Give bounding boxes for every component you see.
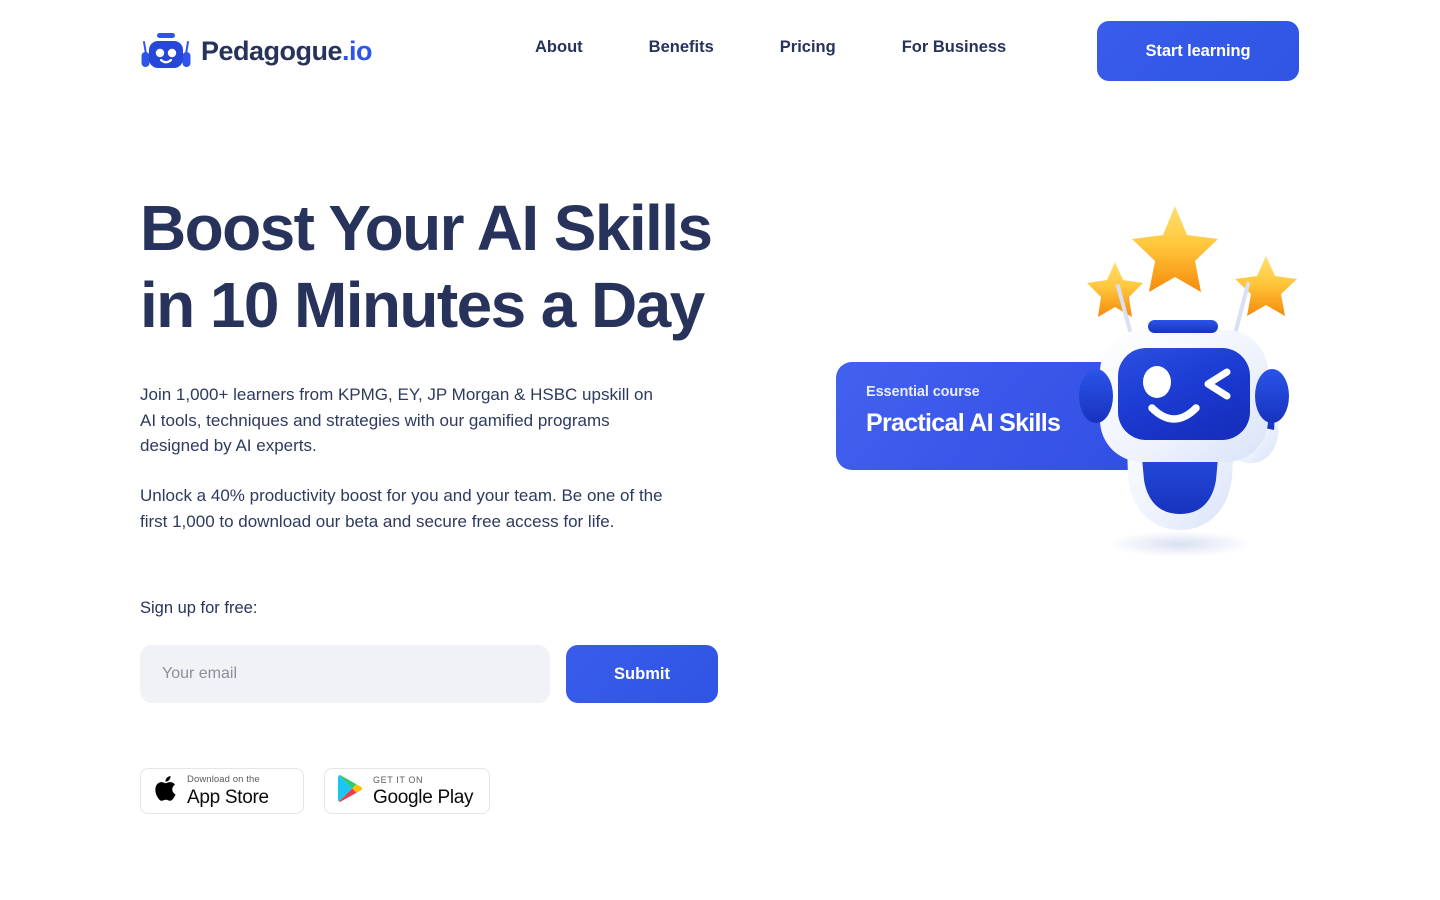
hero-content: Boost Your AI Skills in 10 Minutes a Day… [140, 190, 760, 814]
email-input[interactable] [140, 645, 550, 703]
nav-item-benefits[interactable]: Benefits [649, 38, 714, 57]
app-store-badge[interactable]: Download on the App Store [140, 768, 304, 814]
robot-head-icon [140, 30, 192, 72]
signup-label: Sign up for free: [140, 599, 258, 617]
nav-item-about[interactable]: About [535, 38, 583, 57]
signup-form: Submit [140, 645, 718, 703]
logo[interactable]: Pedagogue.io [140, 30, 373, 72]
site-header: Pedagogue.io About Benefits Pricing For … [0, 0, 1440, 102]
google-play-badge-big-text: Google Play [373, 786, 474, 808]
apple-logo-icon [153, 774, 177, 808]
hero-illustration: Essential course Practical AI Skills [820, 180, 1340, 600]
submit-button[interactable]: Submit [566, 645, 718, 703]
google-play-icon [337, 774, 363, 808]
google-play-badge-texts: GET IT ON Google Play [373, 774, 474, 808]
hero-paragraph-1: Join 1,000+ learners from KPMG, EY, JP M… [140, 385, 653, 455]
page-title: Boost Your AI Skills in 10 Minutes a Day [140, 192, 713, 341]
hero-paragraph-2: Unlock a 40% productivity boost for you … [140, 486, 663, 531]
robot-mascot-icon [1070, 192, 1340, 592]
store-badges: Download on the App Store GET IT ON Goog… [140, 768, 490, 814]
app-store-badge-big-text: App Store [187, 786, 269, 808]
start-learning-button[interactable]: Start learning [1097, 21, 1299, 81]
nav-item-for-business[interactable]: For Business [902, 38, 1007, 57]
logo-brand-name: Pedagogue [201, 35, 343, 66]
logo-tld: .io [342, 35, 373, 66]
app-store-badge-small-text: Download on the [187, 774, 260, 786]
app-store-badge-texts: Download on the App Store [187, 775, 269, 807]
main-navigation: About Benefits Pricing For Business [535, 38, 1006, 57]
landing-page: Pedagogue.io About Benefits Pricing For … [0, 0, 1440, 900]
nav-item-pricing[interactable]: Pricing [780, 38, 836, 57]
star-decorations [1087, 206, 1297, 317]
google-play-badge[interactable]: GET IT ON Google Play [324, 768, 490, 814]
google-play-badge-small-text: GET IT ON [373, 774, 424, 785]
logo-text: Pedagogue.io [201, 35, 373, 67]
